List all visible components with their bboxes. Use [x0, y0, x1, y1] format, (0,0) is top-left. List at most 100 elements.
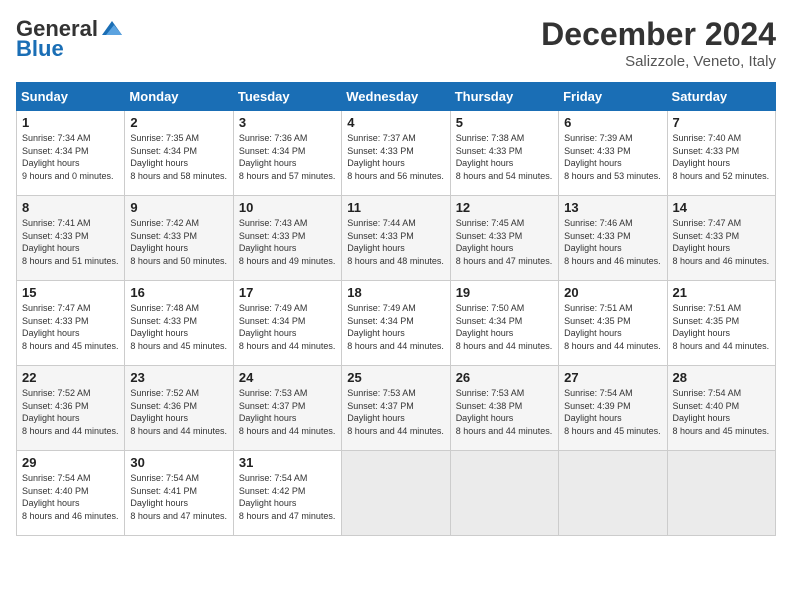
calendar-header-wednesday: Wednesday [342, 83, 450, 111]
day-info: Sunrise: 7:54 AMSunset: 4:40 PMDaylight … [673, 387, 770, 437]
month-title: December 2024 [541, 16, 776, 53]
day-number: 16 [130, 285, 227, 300]
day-number: 5 [456, 115, 553, 130]
day-info: Sunrise: 7:51 AMSunset: 4:35 PMDaylight … [673, 302, 770, 352]
calendar-cell: 21 Sunrise: 7:51 AMSunset: 4:35 PMDayligh… [667, 281, 775, 366]
day-number: 2 [130, 115, 227, 130]
day-info: Sunrise: 7:47 AMSunset: 4:33 PMDaylight … [673, 217, 770, 267]
day-number: 7 [673, 115, 770, 130]
calendar-header-friday: Friday [559, 83, 667, 111]
day-number: 10 [239, 200, 336, 215]
calendar-week-row: 15 Sunrise: 7:47 AMSunset: 4:33 PMDayligh… [17, 281, 776, 366]
day-info: Sunrise: 7:49 AMSunset: 4:34 PMDaylight … [347, 302, 444, 352]
day-info: Sunrise: 7:53 AMSunset: 4:38 PMDaylight … [456, 387, 553, 437]
calendar-week-row: 1Sunrise: 7:34 AMSunset: 4:34 PMDaylight… [17, 111, 776, 196]
day-number: 30 [130, 455, 227, 470]
calendar-cell: 14 Sunrise: 7:47 AMSunset: 4:33 PMDayligh… [667, 196, 775, 281]
calendar-cell [667, 451, 775, 536]
logo: General Blue [16, 16, 124, 62]
calendar-header-thursday: Thursday [450, 83, 558, 111]
day-info: Sunrise: 7:46 AMSunset: 4:33 PMDaylight … [564, 217, 661, 267]
logo-blue-text: Blue [16, 36, 64, 62]
calendar-cell [559, 451, 667, 536]
day-number: 1 [22, 115, 119, 130]
day-info: Sunrise: 7:54 AMSunset: 4:39 PMDaylight … [564, 387, 661, 437]
calendar-cell: 18 Sunrise: 7:49 AMSunset: 4:34 PMDayligh… [342, 281, 450, 366]
calendar-cell: 6 Sunrise: 7:39 AMSunset: 4:33 PMDaylight… [559, 111, 667, 196]
day-info: Sunrise: 7:41 AMSunset: 4:33 PMDaylight … [22, 217, 119, 267]
day-number: 14 [673, 200, 770, 215]
calendar-cell: 17 Sunrise: 7:49 AMSunset: 4:34 PMDayligh… [233, 281, 341, 366]
day-number: 21 [673, 285, 770, 300]
day-number: 15 [22, 285, 119, 300]
day-info: Sunrise: 7:48 AMSunset: 4:33 PMDaylight … [130, 302, 227, 352]
day-number: 25 [347, 370, 444, 385]
day-number: 28 [673, 370, 770, 385]
calendar-cell: 28 Sunrise: 7:54 AMSunset: 4:40 PMDayligh… [667, 366, 775, 451]
day-number: 24 [239, 370, 336, 385]
day-info: Sunrise: 7:44 AMSunset: 4:33 PMDaylight … [347, 217, 444, 267]
day-info: Sunrise: 7:40 AMSunset: 4:33 PMDaylight … [673, 132, 770, 182]
day-number: 17 [239, 285, 336, 300]
day-number: 19 [456, 285, 553, 300]
calendar-header-sunday: Sunday [17, 83, 125, 111]
day-number: 4 [347, 115, 444, 130]
calendar-week-row: 8 Sunrise: 7:41 AMSunset: 4:33 PMDaylight… [17, 196, 776, 281]
day-number: 27 [564, 370, 661, 385]
calendar-cell: 9 Sunrise: 7:42 AMSunset: 4:33 PMDaylight… [125, 196, 233, 281]
calendar-cell: 15 Sunrise: 7:47 AMSunset: 4:33 PMDayligh… [17, 281, 125, 366]
calendar-cell: 13 Sunrise: 7:46 AMSunset: 4:33 PMDayligh… [559, 196, 667, 281]
day-info: Sunrise: 7:53 AMSunset: 4:37 PMDaylight … [239, 387, 336, 437]
calendar-cell: 16 Sunrise: 7:48 AMSunset: 4:33 PMDayligh… [125, 281, 233, 366]
day-info: Sunrise: 7:50 AMSunset: 4:34 PMDaylight … [456, 302, 553, 352]
day-info: Sunrise: 7:54 AMSunset: 4:41 PMDaylight … [130, 472, 227, 522]
day-number: 18 [347, 285, 444, 300]
calendar-header-tuesday: Tuesday [233, 83, 341, 111]
day-number: 31 [239, 455, 336, 470]
calendar-header-row: SundayMondayTuesdayWednesdayThursdayFrid… [17, 83, 776, 111]
day-info: Sunrise: 7:49 AMSunset: 4:34 PMDaylight … [239, 302, 336, 352]
day-info: Sunrise: 7:47 AMSunset: 4:33 PMDaylight … [22, 302, 119, 352]
calendar-cell: 29 Sunrise: 7:54 AMSunset: 4:40 PMDayligh… [17, 451, 125, 536]
day-number: 13 [564, 200, 661, 215]
day-number: 3 [239, 115, 336, 130]
day-info: Sunrise: 7:45 AMSunset: 4:33 PMDaylight … [456, 217, 553, 267]
day-number: 9 [130, 200, 227, 215]
calendar-cell: 3 Sunrise: 7:36 AMSunset: 4:34 PMDaylight… [233, 111, 341, 196]
day-number: 6 [564, 115, 661, 130]
calendar-cell: 30 Sunrise: 7:54 AMSunset: 4:41 PMDayligh… [125, 451, 233, 536]
calendar-cell: 5Sunrise: 7:38 AMSunset: 4:33 PMDaylight… [450, 111, 558, 196]
calendar-cell: 20Sunrise: 7:51 AMSunset: 4:35 PMDayligh… [559, 281, 667, 366]
calendar-cell: 8 Sunrise: 7:41 AMSunset: 4:33 PMDaylight… [17, 196, 125, 281]
calendar-cell: 23Sunrise: 7:52 AMSunset: 4:36 PMDayligh… [125, 366, 233, 451]
day-number: 26 [456, 370, 553, 385]
day-number: 20 [564, 285, 661, 300]
calendar-cell [342, 451, 450, 536]
calendar-cell: 19 Sunrise: 7:50 AMSunset: 4:34 PMDayligh… [450, 281, 558, 366]
day-info: Sunrise: 7:37 AMSunset: 4:33 PMDaylight … [347, 132, 444, 182]
calendar-cell: 7 Sunrise: 7:40 AMSunset: 4:33 PMDaylight… [667, 111, 775, 196]
day-number: 8 [22, 200, 119, 215]
calendar-cell: 1Sunrise: 7:34 AMSunset: 4:34 PMDaylight… [17, 111, 125, 196]
day-info: Sunrise: 7:36 AMSunset: 4:34 PMDaylight … [239, 132, 336, 182]
calendar-cell: 4 Sunrise: 7:37 AMSunset: 4:33 PMDaylight… [342, 111, 450, 196]
calendar-cell: 27 Sunrise: 7:54 AMSunset: 4:39 PMDayligh… [559, 366, 667, 451]
calendar-cell: 24 Sunrise: 7:53 AMSunset: 4:37 PMDayligh… [233, 366, 341, 451]
day-info: Sunrise: 7:52 AMSunset: 4:36 PMDaylight … [130, 387, 227, 437]
day-number: 22 [22, 370, 119, 385]
day-info: Sunrise: 7:42 AMSunset: 4:33 PMDaylight … [130, 217, 227, 267]
day-info: Sunrise: 7:54 AMSunset: 4:40 PMDaylight … [22, 472, 119, 522]
calendar-cell: 26 Sunrise: 7:53 AMSunset: 4:38 PMDayligh… [450, 366, 558, 451]
page-header: General Blue December 2024 Salizzole, Ve… [16, 16, 776, 70]
calendar-week-row: 22 Sunrise: 7:52 AMSunset: 4:36 PMDayligh… [17, 366, 776, 451]
calendar-cell: 25Sunrise: 7:53 AMSunset: 4:37 PMDayligh… [342, 366, 450, 451]
calendar-cell: 31 Sunrise: 7:54 AMSunset: 4:42 PMDayligh… [233, 451, 341, 536]
calendar-header-monday: Monday [125, 83, 233, 111]
day-info: Sunrise: 7:39 AMSunset: 4:33 PMDaylight … [564, 132, 661, 182]
day-info: Sunrise: 7:54 AMSunset: 4:42 PMDaylight … [239, 472, 336, 522]
calendar-header-saturday: Saturday [667, 83, 775, 111]
calendar-cell: 2 Sunrise: 7:35 AMSunset: 4:34 PMDaylight… [125, 111, 233, 196]
day-info: Sunrise: 7:52 AMSunset: 4:36 PMDaylight … [22, 387, 119, 437]
day-number: 29 [22, 455, 119, 470]
day-info: Sunrise: 7:35 AMSunset: 4:34 PMDaylight … [130, 132, 227, 182]
